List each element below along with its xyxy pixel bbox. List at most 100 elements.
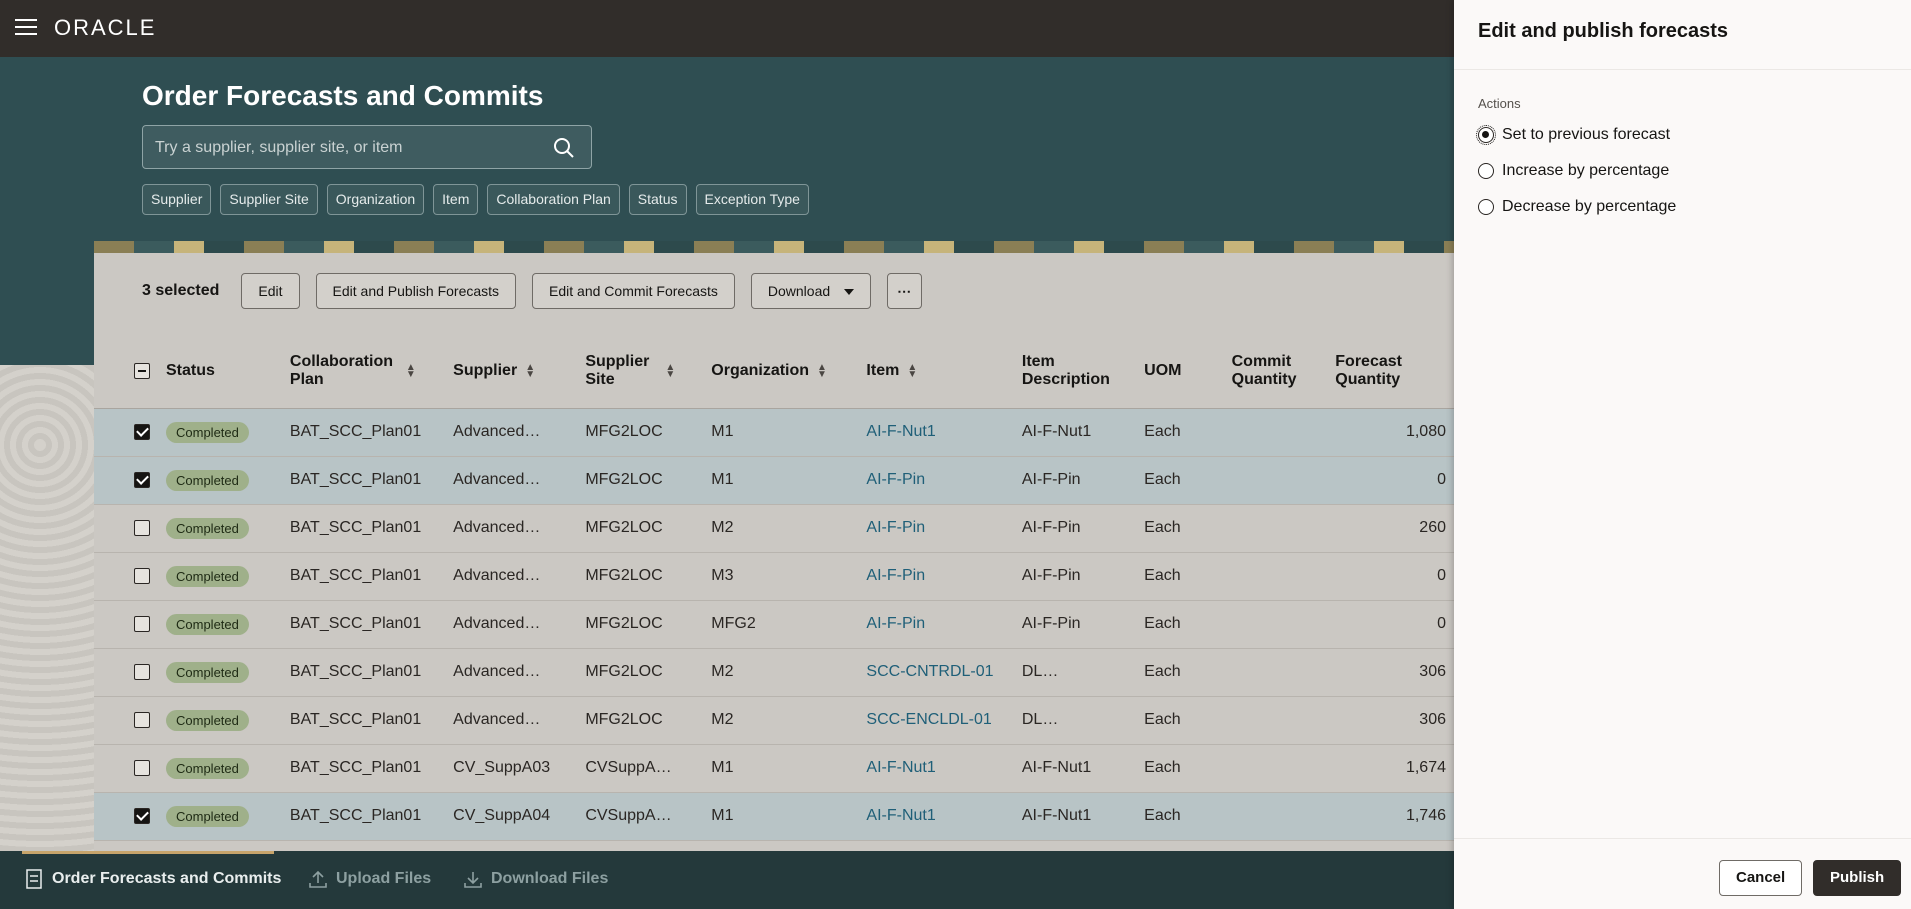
item-link[interactable]: SCC-CNTRDL-01 [866,663,993,680]
filter-chip-exception-type[interactable]: Exception Type [695,184,809,215]
row-checkbox[interactable] [134,567,150,584]
oracle-logo[interactable]: ORACLE [54,15,156,41]
column-header-organization-label: Organization [711,362,810,380]
table-row[interactable]: Completed BAT_SCC_Plan01 Advanced… MFG2LOC M… [94,552,1454,601]
page-title: Order Forecasts and Commits [142,80,544,111]
row-checkbox[interactable] [134,759,150,776]
supplier-cell: Advanced… [445,648,578,697]
radio-option-decrease-percentage[interactable]: Decrease by percentage [1478,198,1676,216]
sort-icon[interactable]: ▲ ▼ [817,363,827,380]
commit-quantity-cell [1223,600,1328,649]
item-link[interactable]: AI-F-Pin [866,567,925,584]
cancel-button[interactable]: Cancel [1719,860,1803,896]
supplier-cell: Advanced… [445,696,578,745]
nav-download-files[interactable]: Download Files [463,869,608,889]
column-header-uom[interactable]: UOM [1136,335,1224,409]
item-link[interactable]: AI-F-Nut1 [866,759,935,776]
select-all-checkbox[interactable] [134,363,150,380]
item-link[interactable]: AI-F-Pin [866,615,925,632]
publish-button[interactable]: Publish [1813,860,1902,896]
table-row[interactable]: Completed BAT_SCC_Plan01 Advanced… MFG2LOC M… [94,696,1454,745]
forecast-quantity-cell: 306 [1327,648,1454,697]
column-header-description[interactable]: Item Description [1013,335,1137,409]
column-header-plan[interactable]: Collaboration Plan ▲ ▼ [281,335,446,409]
item-link[interactable]: AI-F-Nut1 [866,423,935,440]
status-badge: Completed [166,613,249,635]
column-header-forecast[interactable]: Forecast Quantity [1327,335,1454,409]
filter-chip-supplier[interactable]: Supplier [142,184,212,215]
row-checkbox[interactable] [134,423,150,440]
column-header-supplier[interactable]: Supplier ▲ ▼ [445,335,578,409]
filter-chip-collaboration-plan[interactable]: Collaboration Plan [487,184,620,215]
radio-option-increase-percentage[interactable]: Increase by percentage [1478,162,1669,180]
sort-icon[interactable]: ▲ ▼ [406,363,416,380]
site-cell: MFG2LOC [577,600,704,649]
table-row[interactable]: Completed BAT_SCC_Plan01 Advanced… MFG2LOC M… [94,504,1454,553]
status-badge: Completed [166,805,249,827]
plan-cell: BAT_SCC_Plan01 [281,696,446,745]
commit-quantity-cell [1223,408,1328,457]
table-row[interactable]: Completed BAT_SCC_Plan01 Advanced… MFG2LOC M… [94,600,1454,649]
item-link[interactable]: AI-F-Pin [866,519,925,536]
edit-publish-forecasts-button[interactable]: Edit and Publish Forecasts [315,273,517,309]
plan-cell: BAT_SCC_Plan01 [281,600,446,649]
row-select-cell [94,456,158,505]
row-checkbox[interactable] [134,711,150,728]
divider [1454,838,1911,839]
filter-chip-supplier-site[interactable]: Supplier Site [220,184,318,215]
nav-order-forecasts[interactable]: Order Forecasts and Commits [26,869,281,889]
item-cell: AI-F-Pin [858,504,1014,553]
column-header-commit[interactable]: Commit Quantity [1223,335,1328,409]
hamburger-menu-icon[interactable] [15,19,37,36]
column-header-site[interactable]: Supplier Site ▲ ▼ [577,335,704,409]
status-badge: Completed [166,469,249,491]
item-link[interactable]: SCC-ENCLDL-01 [866,711,991,728]
row-checkbox[interactable] [134,471,150,488]
radio-button[interactable] [1478,199,1494,215]
row-checkbox[interactable] [134,615,150,632]
edit-button[interactable]: Edit [241,273,300,309]
site-cell: MFG2LOC [577,504,704,553]
more-actions-button[interactable]: ⋯ [887,273,923,309]
uom-cell: Each [1136,792,1224,841]
filter-chip-status[interactable]: Status [628,184,687,215]
table-row[interactable]: Completed BAT_SCC_Plan01 Advanced… MFG2LOC M… [94,456,1454,505]
sort-icon[interactable]: ▲ ▼ [907,363,917,380]
search-icon[interactable] [553,137,575,159]
nav-upload-files[interactable]: Upload Files [308,869,431,889]
table-row[interactable]: Completed BAT_SCC_Plan01 Advanced… MFG2LOC M… [94,648,1454,697]
search-input[interactable] [155,136,545,160]
sort-icon[interactable]: ▲ ▼ [525,363,535,380]
organization-cell: M1 [703,408,859,457]
results-card: 3 selected Edit Edit and Publish Forecas… [94,253,1454,851]
row-checkbox[interactable] [134,807,150,824]
search-box[interactable] [142,125,592,169]
table-row[interactable]: Completed BAT_SCC_Plan01 Advanced… MFG2LOC M… [94,408,1454,457]
radio-option-previous-forecast[interactable]: Set to previous forecast [1476,125,1670,145]
edit-commit-forecasts-button[interactable]: Edit and Commit Forecasts [532,273,735,309]
table-row[interactable]: Completed BAT_SCC_Plan01 CV_SuppA04 CVSuppA… [94,792,1454,841]
filter-chip-organization[interactable]: Organization [326,184,425,215]
radio-button[interactable] [1476,125,1496,145]
sort-icon[interactable]: ▲ ▼ [665,363,675,380]
forecast-table: Status Collaboration Plan ▲ ▼ Supplier ▲ ▼ S… [94,335,1454,841]
status-cell: Completed [158,504,282,553]
column-header-status[interactable]: Status [158,335,282,409]
row-checkbox[interactable] [134,663,150,680]
filter-chip-item[interactable]: Item [433,184,479,215]
item-cell: AI-F-Pin [858,600,1014,649]
description-cell: DL… [1013,648,1137,697]
description-cell: AI-F-Pin [1013,504,1137,553]
row-select-cell [94,408,158,457]
download-menu-button[interactable]: Download [750,273,872,309]
forecast-quantity-cell: 1,746 [1327,792,1454,841]
item-link[interactable]: AI-F-Pin [866,471,925,488]
row-checkbox[interactable] [134,519,150,536]
item-link[interactable]: AI-F-Nut1 [866,807,935,824]
radio-button[interactable] [1478,163,1494,179]
column-header-item-label: Item [866,362,900,380]
table-row[interactable]: Completed BAT_SCC_Plan01 CV_SuppA03 CVSuppA… [94,744,1454,793]
item-cell: AI-F-Nut1 [858,744,1014,793]
column-header-organization[interactable]: Organization ▲ ▼ [703,335,859,409]
column-header-item[interactable]: Item ▲ ▼ [858,335,1014,409]
